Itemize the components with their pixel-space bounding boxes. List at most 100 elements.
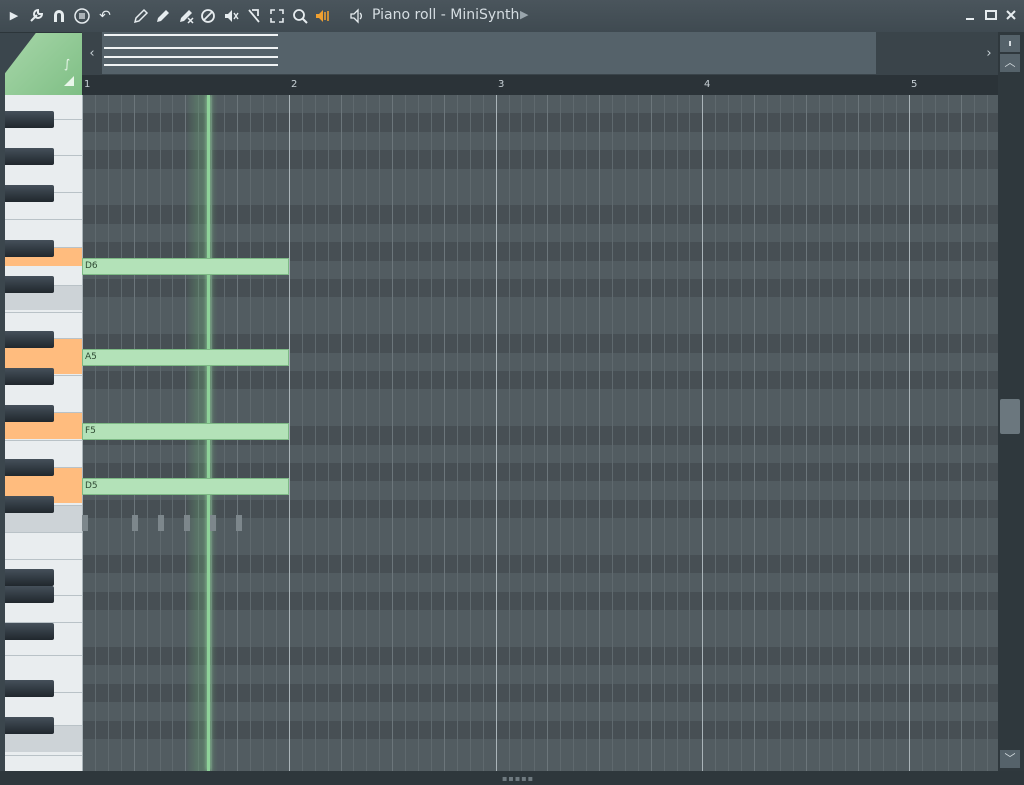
key-separator (5, 755, 82, 756)
step-line (573, 95, 575, 771)
scroll-left-button[interactable]: ‹ (82, 32, 102, 75)
ghost-note (210, 515, 216, 531)
step-line (767, 95, 769, 771)
black-key[interactable] (5, 185, 54, 202)
mute-icon[interactable] (199, 7, 217, 25)
step-line (353, 95, 355, 771)
black-key[interactable] (5, 405, 54, 422)
minimize-button[interactable] (963, 8, 977, 22)
undo-icon[interactable]: ↶ (96, 7, 114, 25)
note[interactable]: D5 (82, 478, 289, 495)
grid-row-dark (82, 113, 998, 132)
delete-icon[interactable] (177, 7, 195, 25)
scroll-up-button[interactable]: ︿ (1000, 54, 1020, 72)
note-grid[interactable]: D6 A5 F5 D5 (82, 95, 998, 771)
step-line (650, 95, 652, 771)
zoom-handle[interactable] (1000, 35, 1020, 52)
scroll-down-button[interactable]: ﹀ (1000, 750, 1020, 768)
corner-arrow-icon (64, 76, 74, 86)
step-line (340, 95, 342, 771)
slice-icon[interactable] (245, 7, 263, 25)
step-line (508, 95, 510, 771)
step-line (754, 95, 756, 771)
black-key[interactable] (5, 459, 54, 476)
list-icon[interactable] (73, 7, 91, 25)
step-line (960, 95, 962, 771)
step-line (482, 95, 484, 771)
note[interactable]: A5 (82, 349, 289, 366)
note[interactable]: F5 (82, 423, 289, 440)
bar-number: 4 (704, 79, 711, 90)
black-key[interactable] (5, 623, 54, 640)
grid-row-dark (82, 279, 998, 298)
key-separator (5, 559, 82, 560)
step-line (637, 95, 639, 771)
overview-track[interactable] (102, 32, 876, 74)
piano-keyboard[interactable] (5, 95, 82, 771)
black-key[interactable] (5, 496, 54, 513)
resize-bar[interactable]: ▪▪▪▪▪ (0, 771, 1024, 785)
black-key[interactable] (5, 569, 54, 586)
note[interactable]: D6 (82, 258, 289, 275)
pattern-overview[interactable]: ‹ (82, 32, 998, 75)
bar-number: 3 (498, 79, 505, 90)
bar-line (702, 95, 704, 771)
title-dropdown-icon[interactable]: ▶ (520, 8, 528, 21)
timeline-ruler[interactable]: 1 2 3 4 5 (82, 75, 998, 95)
playback-icon[interactable] (313, 7, 331, 25)
step-line (844, 95, 846, 771)
step-line (366, 95, 368, 771)
step-line (676, 95, 678, 771)
black-key[interactable] (5, 368, 54, 385)
bar-line (909, 95, 911, 771)
step-line (935, 95, 937, 771)
speaker-mute-icon[interactable] (222, 7, 240, 25)
ghost-note (236, 515, 242, 531)
grid-row-dark (82, 683, 998, 703)
pencil-icon[interactable] (132, 7, 150, 25)
step-line (922, 95, 924, 771)
step-line (896, 95, 898, 771)
paint-icon[interactable] (154, 7, 172, 25)
step-line (728, 95, 730, 771)
step-line (430, 95, 432, 771)
black-key[interactable] (5, 680, 54, 697)
toolbar: ▶ ↶ Piano roll - MiniSynth ▶ (0, 0, 1024, 33)
scroll-right-button[interactable]: › (980, 33, 998, 75)
scroll-thumb[interactable] (1000, 399, 1020, 434)
black-key[interactable] (5, 586, 54, 603)
black-key[interactable] (5, 276, 54, 293)
step-line (986, 95, 988, 771)
step-line (831, 95, 833, 771)
select-icon[interactable] (268, 7, 286, 25)
black-key[interactable] (5, 111, 54, 128)
black-key[interactable] (5, 240, 54, 257)
step-line (715, 95, 717, 771)
close-button[interactable] (1004, 8, 1018, 22)
black-key[interactable] (5, 148, 54, 165)
step-line (741, 95, 743, 771)
maximize-button[interactable] (984, 8, 998, 22)
overview-note-line (104, 47, 278, 49)
black-key[interactable] (5, 331, 54, 348)
step-line (663, 95, 665, 771)
menu-arrow-icon[interactable]: ▶ (5, 7, 23, 25)
black-key[interactable] (5, 717, 54, 734)
step-line (883, 95, 885, 771)
ghost-note (82, 515, 88, 531)
grid-row-dark (82, 720, 998, 739)
zoom-icon[interactable] (291, 7, 309, 25)
magnet-icon[interactable] (50, 7, 68, 25)
curve-icon: ∫ (64, 57, 71, 71)
ghost-note (184, 515, 190, 531)
grid-row-dark (82, 555, 998, 574)
vertical-scrollbar[interactable]: ︿ ﹀ (998, 32, 1024, 771)
wrench-icon[interactable] (27, 7, 45, 25)
key-separator (5, 440, 82, 441)
resize-grip-icon[interactable]: ▪▪▪▪▪ (502, 774, 534, 783)
step-line (405, 95, 407, 771)
step-line (301, 95, 303, 771)
speaker-icon[interactable] (348, 7, 366, 25)
step-line (547, 95, 549, 771)
step-line (779, 95, 781, 771)
